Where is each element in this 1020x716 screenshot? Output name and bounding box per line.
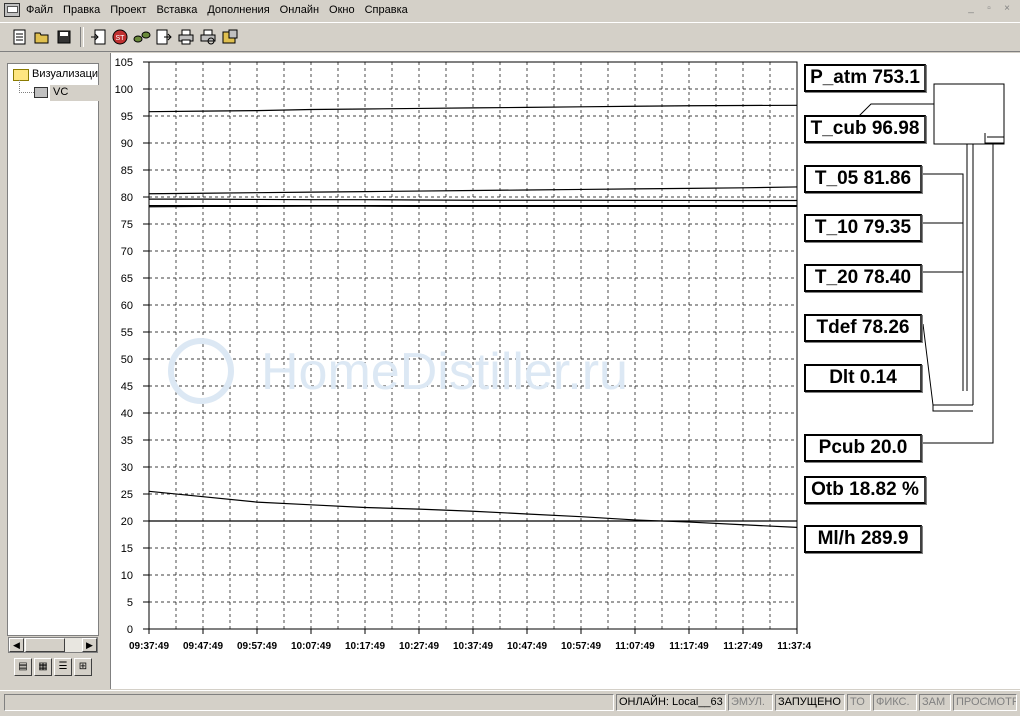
scroll-right-icon[interactable]: ▶ [82, 638, 97, 652]
readout-tdef: Tdef 78.26 [804, 314, 922, 342]
stop-icon[interactable]: ST [110, 27, 130, 47]
y-tick-label: 105 [115, 57, 133, 69]
menu-window[interactable]: Окно [329, 4, 355, 16]
readout-pcub: Pcub 20.0 [804, 434, 922, 462]
y-tick-label: 25 [121, 489, 133, 501]
y-tick-label: 90 [121, 138, 133, 150]
x-tick-label: 11:07:49 [615, 641, 655, 652]
status-emul: ЭМУЛ. [728, 694, 773, 711]
menu-extras[interactable]: Дополнения [207, 4, 269, 16]
y-tick-label: 35 [121, 435, 133, 447]
series-line-4 [148, 205, 797, 208]
readout-dlt: Dlt 0.14 [804, 364, 922, 392]
import-icon[interactable] [88, 27, 108, 47]
watermark: HomeDistiller.ru [261, 343, 628, 401]
y-tick-label: 80 [121, 192, 133, 204]
y-tick-label: 15 [121, 543, 133, 555]
y-tick-label: 5 [127, 597, 133, 609]
y-tick-label: 0 [127, 624, 133, 636]
menu-bar: Файл Правка Проект Вставка Дополнения Он… [0, 0, 1020, 22]
tab-colors-icon[interactable]: ▦ [34, 658, 52, 676]
readout-t-20: T_20 78.40 [804, 264, 922, 292]
x-tick-label: 10:27:49 [399, 641, 439, 652]
y-tick-label: 65 [121, 273, 133, 285]
trend-chart: HomeDistiller.ru 0 5 10 15 20 25 30 35 40 45 50 55 6… [115, 57, 811, 652]
panel-tabs: ▤ ▦ ☰ ⊞ [14, 658, 92, 680]
tree-connector [19, 80, 34, 93]
close-button[interactable]: × [1000, 3, 1014, 14]
x-tick-label: 10:07:49 [291, 641, 331, 652]
restore-button[interactable]: ▫ [982, 3, 996, 14]
y-tick-label: 40 [121, 408, 133, 420]
y-tick-label: 95 [121, 111, 133, 123]
x-tick-label: 10:47:49 [507, 641, 547, 652]
x-tick-label: 09:57:49 [237, 641, 277, 652]
readout-t-cub: T_cub 96.98 [804, 115, 926, 143]
status-online: ОНЛАЙН: Local__63 [616, 694, 726, 711]
export-icon[interactable] [154, 27, 174, 47]
tree-scrollbar[interactable]: ◀ ▶ [8, 637, 98, 653]
status-bar: ОНЛАЙН: Local__63 ЭМУЛ. ЗАПУЩЕНО ТО ФИКС… [0, 690, 1020, 716]
menu-file[interactable]: Файл [26, 4, 53, 16]
y-tick-label: 20 [121, 516, 133, 528]
svg-text:ST: ST [116, 35, 126, 42]
menu-edit[interactable]: Правка [63, 4, 100, 16]
visualization-window: HomeDistiller.ru 0 5 10 15 20 25 30 35 40 45 50 55 6… [110, 53, 1020, 689]
readout-otb: Otb 18.82 % [804, 476, 926, 504]
minimize-button[interactable]: _ [964, 3, 978, 14]
y-tick-label: 60 [121, 300, 133, 312]
monitor-icon [34, 87, 48, 98]
y-tick-label: 55 [121, 327, 133, 339]
tab-tree-icon[interactable]: ⊞ [74, 658, 92, 676]
status-to: ТО [847, 694, 871, 711]
y-tick-label: 10 [121, 570, 133, 582]
y-tick-label: 100 [115, 84, 133, 96]
scroll-thumb[interactable] [25, 638, 65, 652]
y-tick-label: 50 [121, 354, 133, 366]
x-tick-label: 10:57:49 [561, 641, 601, 652]
menu-online[interactable]: Онлайн [280, 4, 319, 16]
x-tick-label: 10:37:49 [453, 641, 493, 652]
menu-help[interactable]: Справка [365, 4, 408, 16]
scroll-left-icon[interactable]: ◀ [9, 638, 24, 652]
x-tick-label: 11:17:49 [669, 641, 709, 652]
tab-files-icon[interactable]: ▤ [14, 658, 32, 676]
project-tree: Визуализаци VC [7, 63, 99, 636]
tree-item-visualization[interactable]: Визуализаци [32, 68, 98, 80]
app-icon[interactable] [4, 3, 20, 17]
y-tick-label: 70 [121, 246, 133, 258]
settings-icon[interactable] [220, 27, 240, 47]
print-preview-icon[interactable] [198, 27, 218, 47]
x-tick-label: 11:27:49 [723, 641, 763, 652]
window-controls: _ ▫ × [964, 3, 1014, 14]
x-tick-label: 11:37:49 [777, 641, 811, 652]
connect-icon[interactable] [132, 27, 152, 47]
menu-items: Файл Правка Проект Вставка Дополнения Он… [26, 4, 408, 16]
y-tick-label: 85 [121, 165, 133, 177]
x-tick-label: 09:37:49 [129, 641, 169, 652]
readout-p-atm: P_atm 753.1 [804, 64, 926, 92]
status-view: ПРОСМОТР [953, 694, 1017, 711]
y-tick-label: 30 [121, 462, 133, 474]
x-tick-label: 09:47:49 [183, 641, 223, 652]
open-icon[interactable] [32, 27, 52, 47]
status-message [4, 694, 614, 711]
readout-t-05: T_05 81.86 [804, 165, 922, 193]
status-running: ЗАПУЩЕНО [775, 694, 845, 711]
save-icon[interactable] [54, 27, 74, 47]
print-icon[interactable] [176, 27, 196, 47]
new-icon[interactable] [10, 27, 30, 47]
status-zam: ЗАМ [919, 694, 951, 711]
menu-project[interactable]: Проект [110, 4, 146, 16]
tab-list-icon[interactable]: ☰ [54, 658, 72, 676]
tree-item-vc[interactable]: VC [53, 86, 68, 98]
status-fix: ФИКС. [873, 694, 917, 711]
menu-insert[interactable]: Вставка [156, 4, 197, 16]
readout-mlh: Ml/h 289.9 [804, 525, 922, 553]
toolbar: ST [0, 22, 1020, 52]
readout-t-10: T_10 79.35 [804, 214, 922, 242]
y-tick-label: 45 [121, 381, 133, 393]
x-tick-label: 10:17:49 [345, 641, 385, 652]
y-tick-label: 75 [121, 219, 133, 231]
